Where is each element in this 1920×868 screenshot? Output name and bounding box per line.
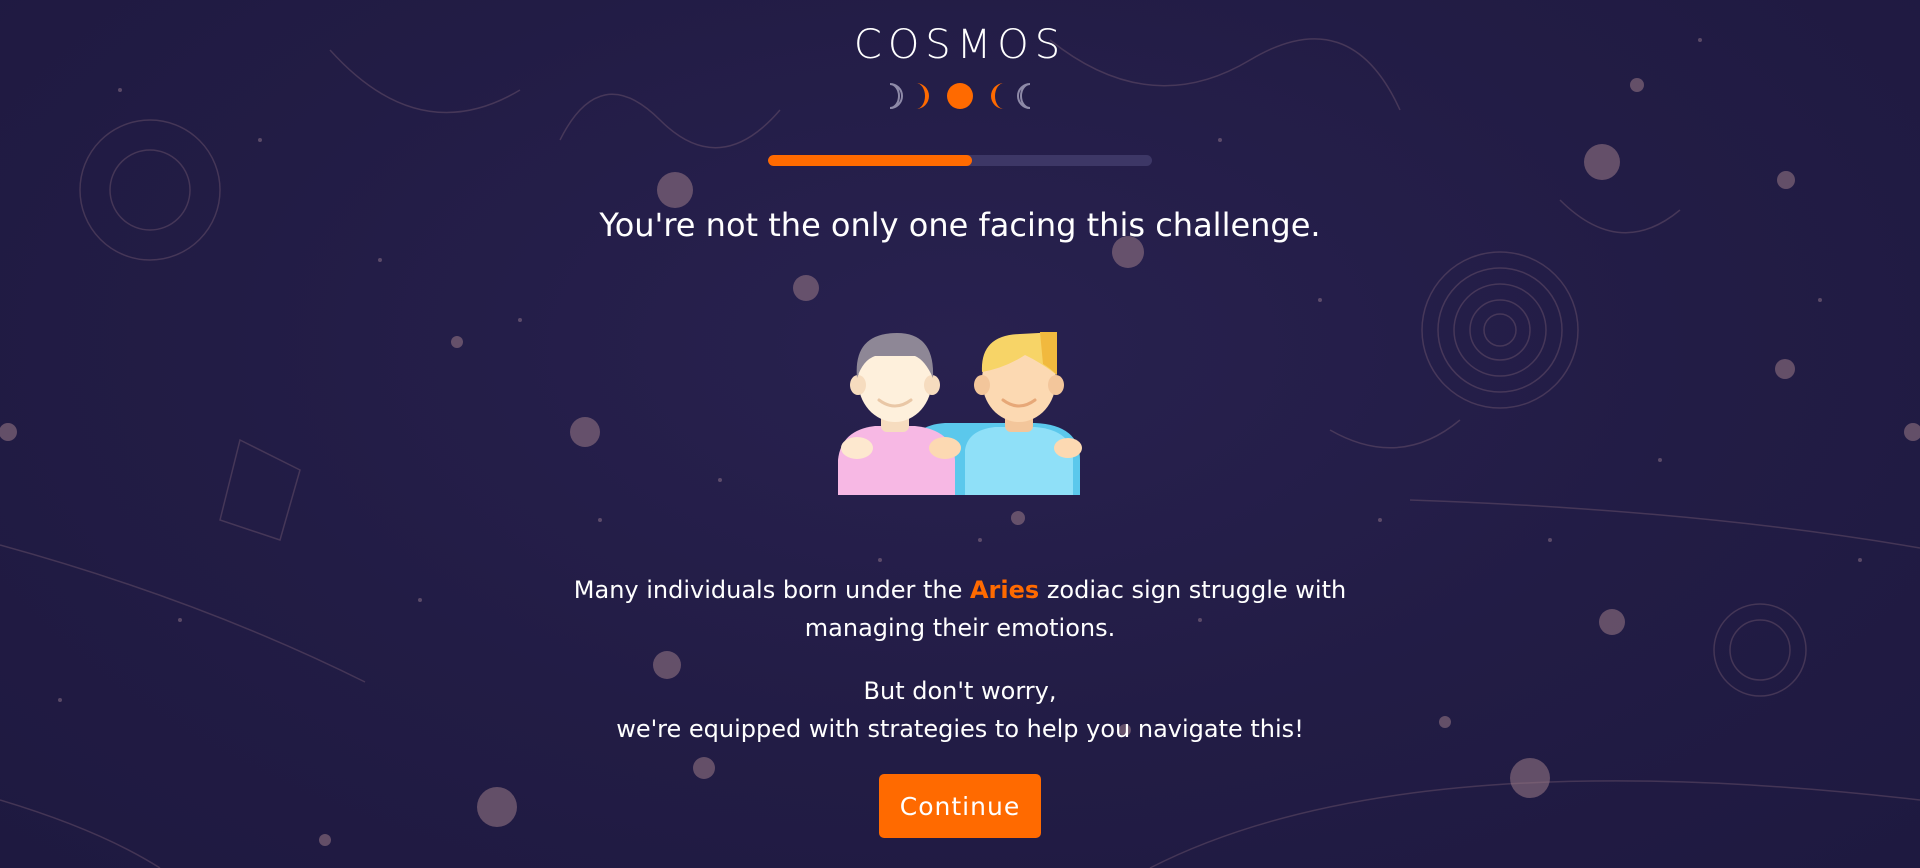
intro-text-prefix: Many individuals born under the (573, 576, 970, 604)
progress-bar (768, 155, 1152, 166)
intro-paragraph: Many individuals born under the Aries zo… (540, 571, 1380, 647)
continue-button[interactable]: Continue (879, 774, 1041, 838)
progress-bar-fill (768, 155, 972, 166)
reassurance-line-2: we're equipped with strategies to help y… (616, 715, 1304, 743)
zodiac-sign-highlight: Aries (969, 576, 1040, 604)
brand-logo: COSMOS (853, 22, 1067, 68)
two-friends-icon (838, 332, 1082, 495)
page-title: You're not the only one facing this chal… (599, 206, 1321, 244)
onboarding-page: COSMOS You're not the only one facing th… (0, 0, 1920, 868)
reassurance-line-1: But don't worry, (863, 677, 1057, 705)
reassurance-paragraph: But don't worry, we're equipped with str… (540, 672, 1380, 748)
moon-phases-icon (889, 83, 1031, 109)
